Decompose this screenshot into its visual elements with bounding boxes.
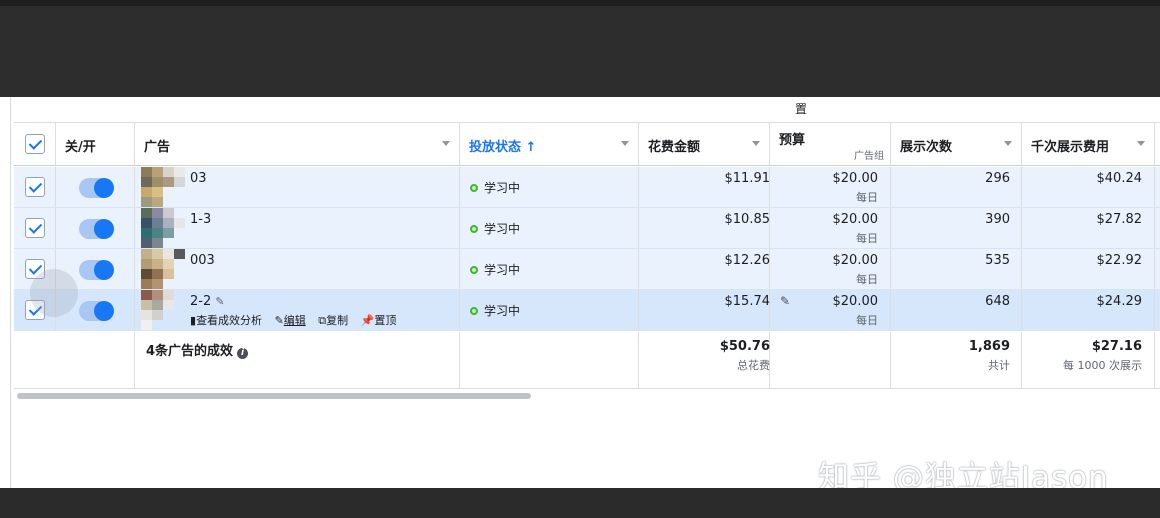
status-dot-icon [470, 307, 478, 315]
table-row[interactable]: 1-3 学习中 $10.85 $20.00 每日 390 $27.82 [14, 208, 1160, 249]
budget-value[interactable]: $20.00 [833, 294, 879, 309]
total-impressions: 1,869 [968, 339, 1010, 354]
duplicate-link[interactable]: ⧉复制 [318, 314, 348, 327]
status-dot-icon [470, 225, 478, 233]
delivery-status: 学习中 [470, 302, 520, 319]
cursor-highlight [30, 269, 78, 317]
spend-value: $10.85 [724, 212, 771, 227]
column-header-impressions[interactable]: 展示次数 [891, 123, 1022, 165]
impressions-value: 390 [985, 212, 1010, 227]
ad-name[interactable]: 2-2 ✎ [190, 294, 225, 309]
ad-thumbnail[interactable] [141, 290, 185, 331]
top-dark-bar [0, 0, 1160, 97]
row-checkbox[interactable] [25, 218, 45, 238]
delivery-status: 学习中 [470, 220, 520, 237]
table-header: 关/开 广告 投放状态 ↑ 花费金额 预算 广告组 展示次数 千次展示费用 [14, 123, 1160, 166]
budget-period: 每日 [856, 273, 878, 286]
spend-value: $15.74 [724, 294, 771, 309]
budget-value[interactable]: $20.00 [833, 212, 879, 227]
column-header-ad[interactable]: 广告 [135, 123, 460, 165]
sort-caret-icon[interactable] [621, 141, 629, 146]
cpm-value: $22.92 [1096, 253, 1143, 268]
spend-value: $11.91 [724, 171, 771, 186]
row-actions: ▮查看成效分析 ✎编辑 ⧉复制 📌置顶 [190, 312, 405, 328]
totals-row: 4条广告的成效 i $50.76 总花费 1,869 共计 $27.16 每 10… [14, 332, 1160, 389]
column-header-spend[interactable]: 花费金额 [639, 123, 770, 165]
column-header-cpm[interactable]: 千次展示费用 [1022, 123, 1155, 165]
ads-table-panel: 置 关/开 广告 投放状态 ↑ 花费金额 预算 广告组 展示次数 千次展示费用 … [0, 97, 1160, 488]
edit-link[interactable]: ✎编辑 [275, 314, 306, 327]
watermark: 知乎 @独立站Jason [818, 460, 1109, 488]
cpm-value: $40.24 [1096, 171, 1143, 186]
total-impressions-label: 共计 [988, 359, 1010, 372]
select-all-checkbox[interactable] [25, 134, 45, 154]
info-icon[interactable]: i [237, 348, 249, 359]
view-insights-link[interactable]: ▮查看成效分析 [190, 314, 262, 327]
sort-caret-icon[interactable] [752, 141, 760, 146]
ad-on-off-toggle[interactable] [79, 260, 114, 280]
ad-name[interactable]: 03 [190, 171, 207, 186]
impressions-value: 648 [985, 294, 1010, 309]
impressions-value: 296 [985, 171, 1010, 186]
budget-edit-pencil-icon[interactable]: ✎ [780, 294, 790, 308]
total-spend-label: 总花费 [737, 359, 770, 372]
budget-period: 每日 [856, 191, 878, 204]
impressions-value: 535 [985, 253, 1010, 268]
total-cpm-label: 每 1000 次展示 [1063, 359, 1142, 372]
column-header-status[interactable]: 投放状态 ↑ [460, 123, 639, 165]
horizontal-scrollbar[interactable] [17, 393, 531, 399]
spend-value: $12.26 [724, 253, 771, 268]
budget-period: 每日 [856, 314, 878, 327]
sort-caret-icon[interactable] [442, 141, 450, 146]
budget-value[interactable]: $20.00 [833, 171, 879, 186]
status-dot-icon [470, 266, 478, 274]
total-spend: $50.76 [719, 339, 770, 354]
pencil-icon: ✎ [274, 314, 284, 327]
pin-icon: 📌 [360, 314, 375, 327]
duplicate-icon: ⧉ [318, 314, 327, 327]
cpm-value: $24.29 [1096, 294, 1143, 309]
delivery-status: 学习中 [470, 261, 520, 278]
budget-value[interactable]: $20.00 [833, 253, 879, 268]
ad-name[interactable]: 003 [190, 253, 215, 268]
total-cpm: $27.16 [1091, 339, 1142, 354]
totals-label: 4条广告的成效 i [146, 340, 249, 359]
bottom-dark-bar [0, 488, 1160, 518]
cpm-value: $27.82 [1096, 212, 1143, 227]
ad-name[interactable]: 1-3 [190, 212, 211, 227]
status-dot-icon [470, 184, 478, 192]
delivery-status: 学习中 [470, 179, 520, 196]
column-group-header: 置 [14, 97, 1160, 123]
column-header-toggle[interactable]: 关/开 [56, 123, 135, 165]
table-row[interactable]: 03 学习中 $11.91 $20.00 每日 296 $40.24 [14, 167, 1160, 208]
sort-caret-icon[interactable] [1137, 141, 1145, 146]
column-group-title: 置 [795, 102, 808, 116]
ad-on-off-toggle[interactable] [79, 301, 114, 321]
ad-thumbnail[interactable] [141, 167, 185, 208]
table-row[interactable]: 003 学习中 $12.26 $20.00 每日 535 $22.92 [14, 249, 1160, 290]
budget-period: 每日 [856, 232, 878, 245]
table-row[interactable]: 2-2 ✎ ▮查看成效分析 ✎编辑 ⧉复制 📌置顶 学习中 $15.74 ✎ $… [14, 290, 1160, 331]
row-checkbox[interactable] [25, 177, 45, 197]
pencil-icon[interactable]: ✎ [215, 295, 224, 308]
column-header-budget[interactable]: 预算 广告组 [770, 123, 891, 165]
ad-on-off-toggle[interactable] [79, 178, 114, 198]
ad-thumbnail[interactable] [141, 249, 185, 290]
pin-link[interactable]: 📌置顶 [361, 314, 397, 327]
sort-caret-icon[interactable] [1004, 141, 1012, 146]
ad-thumbnail[interactable] [141, 208, 185, 249]
ad-on-off-toggle[interactable] [79, 219, 114, 239]
